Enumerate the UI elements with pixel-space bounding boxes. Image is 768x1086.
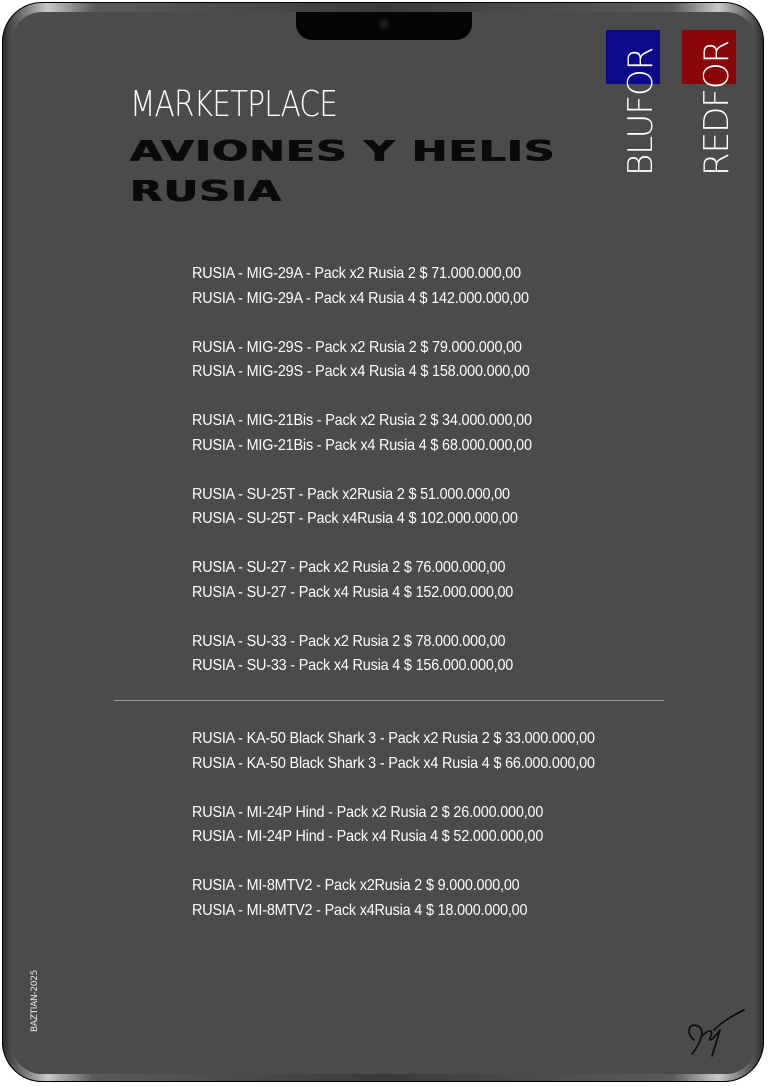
author-credit: BAZTIAN-2025 <box>30 969 40 1032</box>
list-item: RUSIA - MIG-29S - Pack x2 Rusia 2 $ 79.0… <box>192 336 570 385</box>
tablet-frame: MARKETPLACE AVIONES Y HELIS RUSIA BLUFOR… <box>2 2 764 1082</box>
price-row: RUSIA - SU-33 - Pack x4 Rusia 4 $ 156.00… <box>192 657 514 674</box>
price-row: RUSIA - KA-50 Black Shark 3 - Pack x4 Ru… <box>192 754 595 772</box>
planes-price-list: RUSIA - MIG-29A - Pack x2 Rusia 2 $ 71.0… <box>192 262 570 703</box>
list-item: RUSIA - SU-33 - Pack x2 Rusia 2 $ 78.000… <box>192 630 570 679</box>
list-item: RUSIA - SU-25T - Pack x2Rusia 2 $ 51.000… <box>192 483 570 532</box>
price-row: RUSIA - MIG-21Bis - Pack x4 Rusia 4 $ 68… <box>192 436 532 454</box>
price-row: RUSIA - MI-24P Hind - Pack x4 Rusia 4 $ … <box>192 828 544 845</box>
camera-icon <box>378 18 390 30</box>
price-row: RUSIA - MIG-29A - Pack x2 Rusia 2 $ 71.0… <box>192 265 521 282</box>
price-row: RUSIA - MI-8MTV2 - Pack x4Rusia 4 $ 18.0… <box>192 901 528 919</box>
section-divider <box>114 700 664 701</box>
tab-blufor-label: BLUFOR <box>621 47 661 176</box>
screen: MARKETPLACE AVIONES Y HELIS RUSIA BLUFOR… <box>12 12 756 1074</box>
list-item: RUSIA - MI-8MTV2 - Pack x2Rusia 2 $ 9.00… <box>192 874 640 923</box>
tab-redfor-label: REDFOR <box>697 40 737 176</box>
list-item: RUSIA - MIG-29A - Pack x2 Rusia 2 $ 71.0… <box>192 262 570 311</box>
signature-icon <box>688 1009 745 1057</box>
helis-price-list: RUSIA - KA-50 Black Shark 3 - Pack x2 Ru… <box>192 727 640 948</box>
page-subtitle-line1: AVIONES Y HELIS <box>130 133 556 169</box>
price-row: RUSIA - MI-8MTV2 - Pack x2Rusia 2 $ 9.00… <box>192 877 520 894</box>
camera-notch <box>296 12 472 40</box>
price-row: RUSIA - MIG-29S - Pack x2 Rusia 2 $ 79.0… <box>192 338 522 356</box>
tab-redfor[interactable]: REDFOR <box>682 30 737 176</box>
page-subtitle-line2: RUSIA <box>130 173 283 209</box>
list-item: RUSIA - MI-24P Hind - Pack x2 Rusia 2 $ … <box>192 801 640 850</box>
list-item: RUSIA - SU-27 - Pack x2 Rusia 2 $ 76.000… <box>192 556 570 605</box>
list-item: RUSIA - MIG-21Bis - Pack x2 Rusia 2 $ 34… <box>192 409 570 458</box>
price-row: RUSIA - MIG-21Bis - Pack x2 Rusia 2 $ 34… <box>192 412 532 429</box>
price-row: RUSIA - KA-50 Black Shark 3 - Pack x2 Ru… <box>192 730 595 747</box>
list-item: RUSIA - KA-50 Black Shark 3 - Pack x2 Ru… <box>192 727 640 776</box>
price-row: RUSIA - SU-27 - Pack x2 Rusia 2 $ 76.000… <box>192 559 506 576</box>
price-row: RUSIA - SU-27 - Pack x4 Rusia 4 $ 152.00… <box>192 583 514 601</box>
price-row: RUSIA - SU-33 - Pack x2 Rusia 2 $ 78.000… <box>192 632 506 650</box>
price-row: RUSIA - MI-24P Hind - Pack x2 Rusia 2 $ … <box>192 803 544 821</box>
price-row: RUSIA - SU-25T - Pack x2Rusia 2 $ 51.000… <box>192 485 510 503</box>
price-row: RUSIA - MIG-29S - Pack x4 Rusia 4 $ 158.… <box>192 363 530 380</box>
price-row: RUSIA - MIG-29A - Pack x4 Rusia 4 $ 142.… <box>192 289 529 307</box>
tab-blufor[interactable]: BLUFOR <box>606 30 661 176</box>
page-title: MARKETPLACE <box>130 84 338 125</box>
price-row: RUSIA - SU-25T - Pack x4Rusia 4 $ 102.00… <box>192 510 518 527</box>
